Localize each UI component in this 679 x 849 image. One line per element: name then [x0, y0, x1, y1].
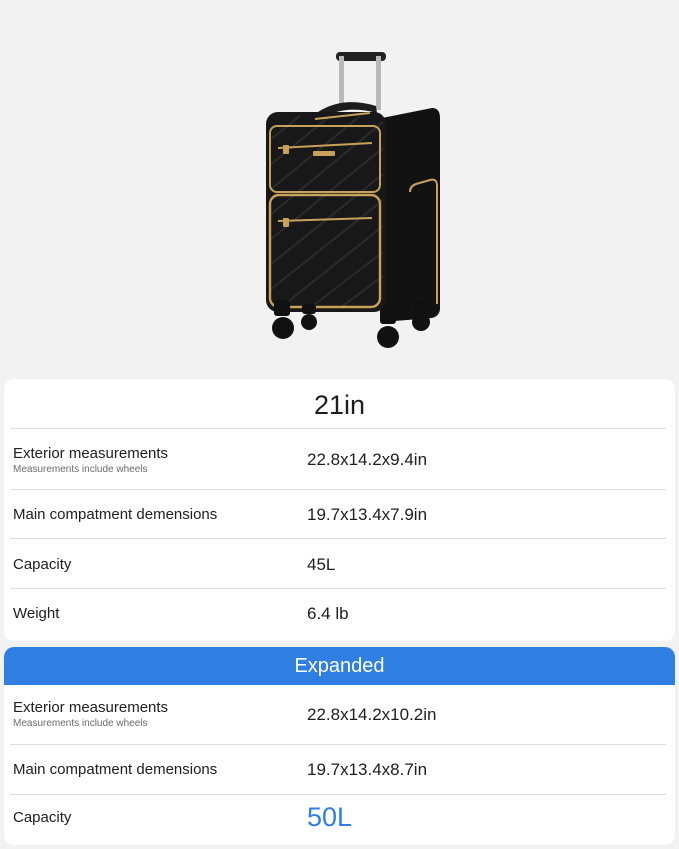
spec-label: Capacity	[13, 556, 72, 573]
product-image-area	[0, 0, 679, 372]
spec-value: 22.8x14.2x10.2in	[307, 705, 437, 724]
spec-value: 22.8x14.2x9.4in	[307, 450, 428, 469]
suitcase-image	[266, 52, 440, 348]
size-title: 21in	[313, 390, 366, 420]
spec-label: Main compatment demensions	[13, 761, 218, 778]
spec-row-exterior-expanded: Exterior measurements Measurements inclu…	[4, 685, 675, 745]
spec-row-capacity: Capacity 45L	[4, 539, 675, 589]
spec-row-main-compartment: Main compatment demensions 19.7x13.4x7.9…	[4, 490, 675, 539]
spec-row-weight: Weight 6.4 lb	[4, 589, 675, 641]
spec-label: Exterior measurements	[13, 445, 169, 462]
spec-value: 45L	[307, 555, 336, 574]
standard-specs-card: 21in Exterior measurements Measurements …	[4, 379, 675, 641]
spec-value: 6.4 lb	[307, 604, 349, 623]
spec-sublabel: Measurements include wheels	[13, 464, 148, 475]
spec-row-exterior: Exterior measurements Measurements inclu…	[4, 429, 675, 490]
spec-label: Capacity	[13, 809, 72, 826]
spec-row-capacity-expanded: Capacity 50L	[4, 795, 675, 845]
spec-label: Main compatment demensions	[13, 506, 218, 523]
expanded-header: Expanded	[4, 647, 675, 685]
spec-label: Weight	[13, 605, 60, 622]
spec-value-highlight: 50L	[307, 802, 353, 832]
spec-value: 19.7x13.4x7.9in	[307, 505, 428, 524]
expanded-specs-card: Expanded Exterior measurements Measureme…	[4, 647, 675, 845]
spec-label: Exterior measurements	[13, 699, 169, 716]
spec-sublabel: Measurements include wheels	[13, 718, 148, 729]
spec-value: 19.7x13.4x8.7in	[307, 760, 428, 779]
spec-row-main-compartment-expanded: Main compatment demensions 19.7x13.4x8.7…	[4, 745, 675, 794]
